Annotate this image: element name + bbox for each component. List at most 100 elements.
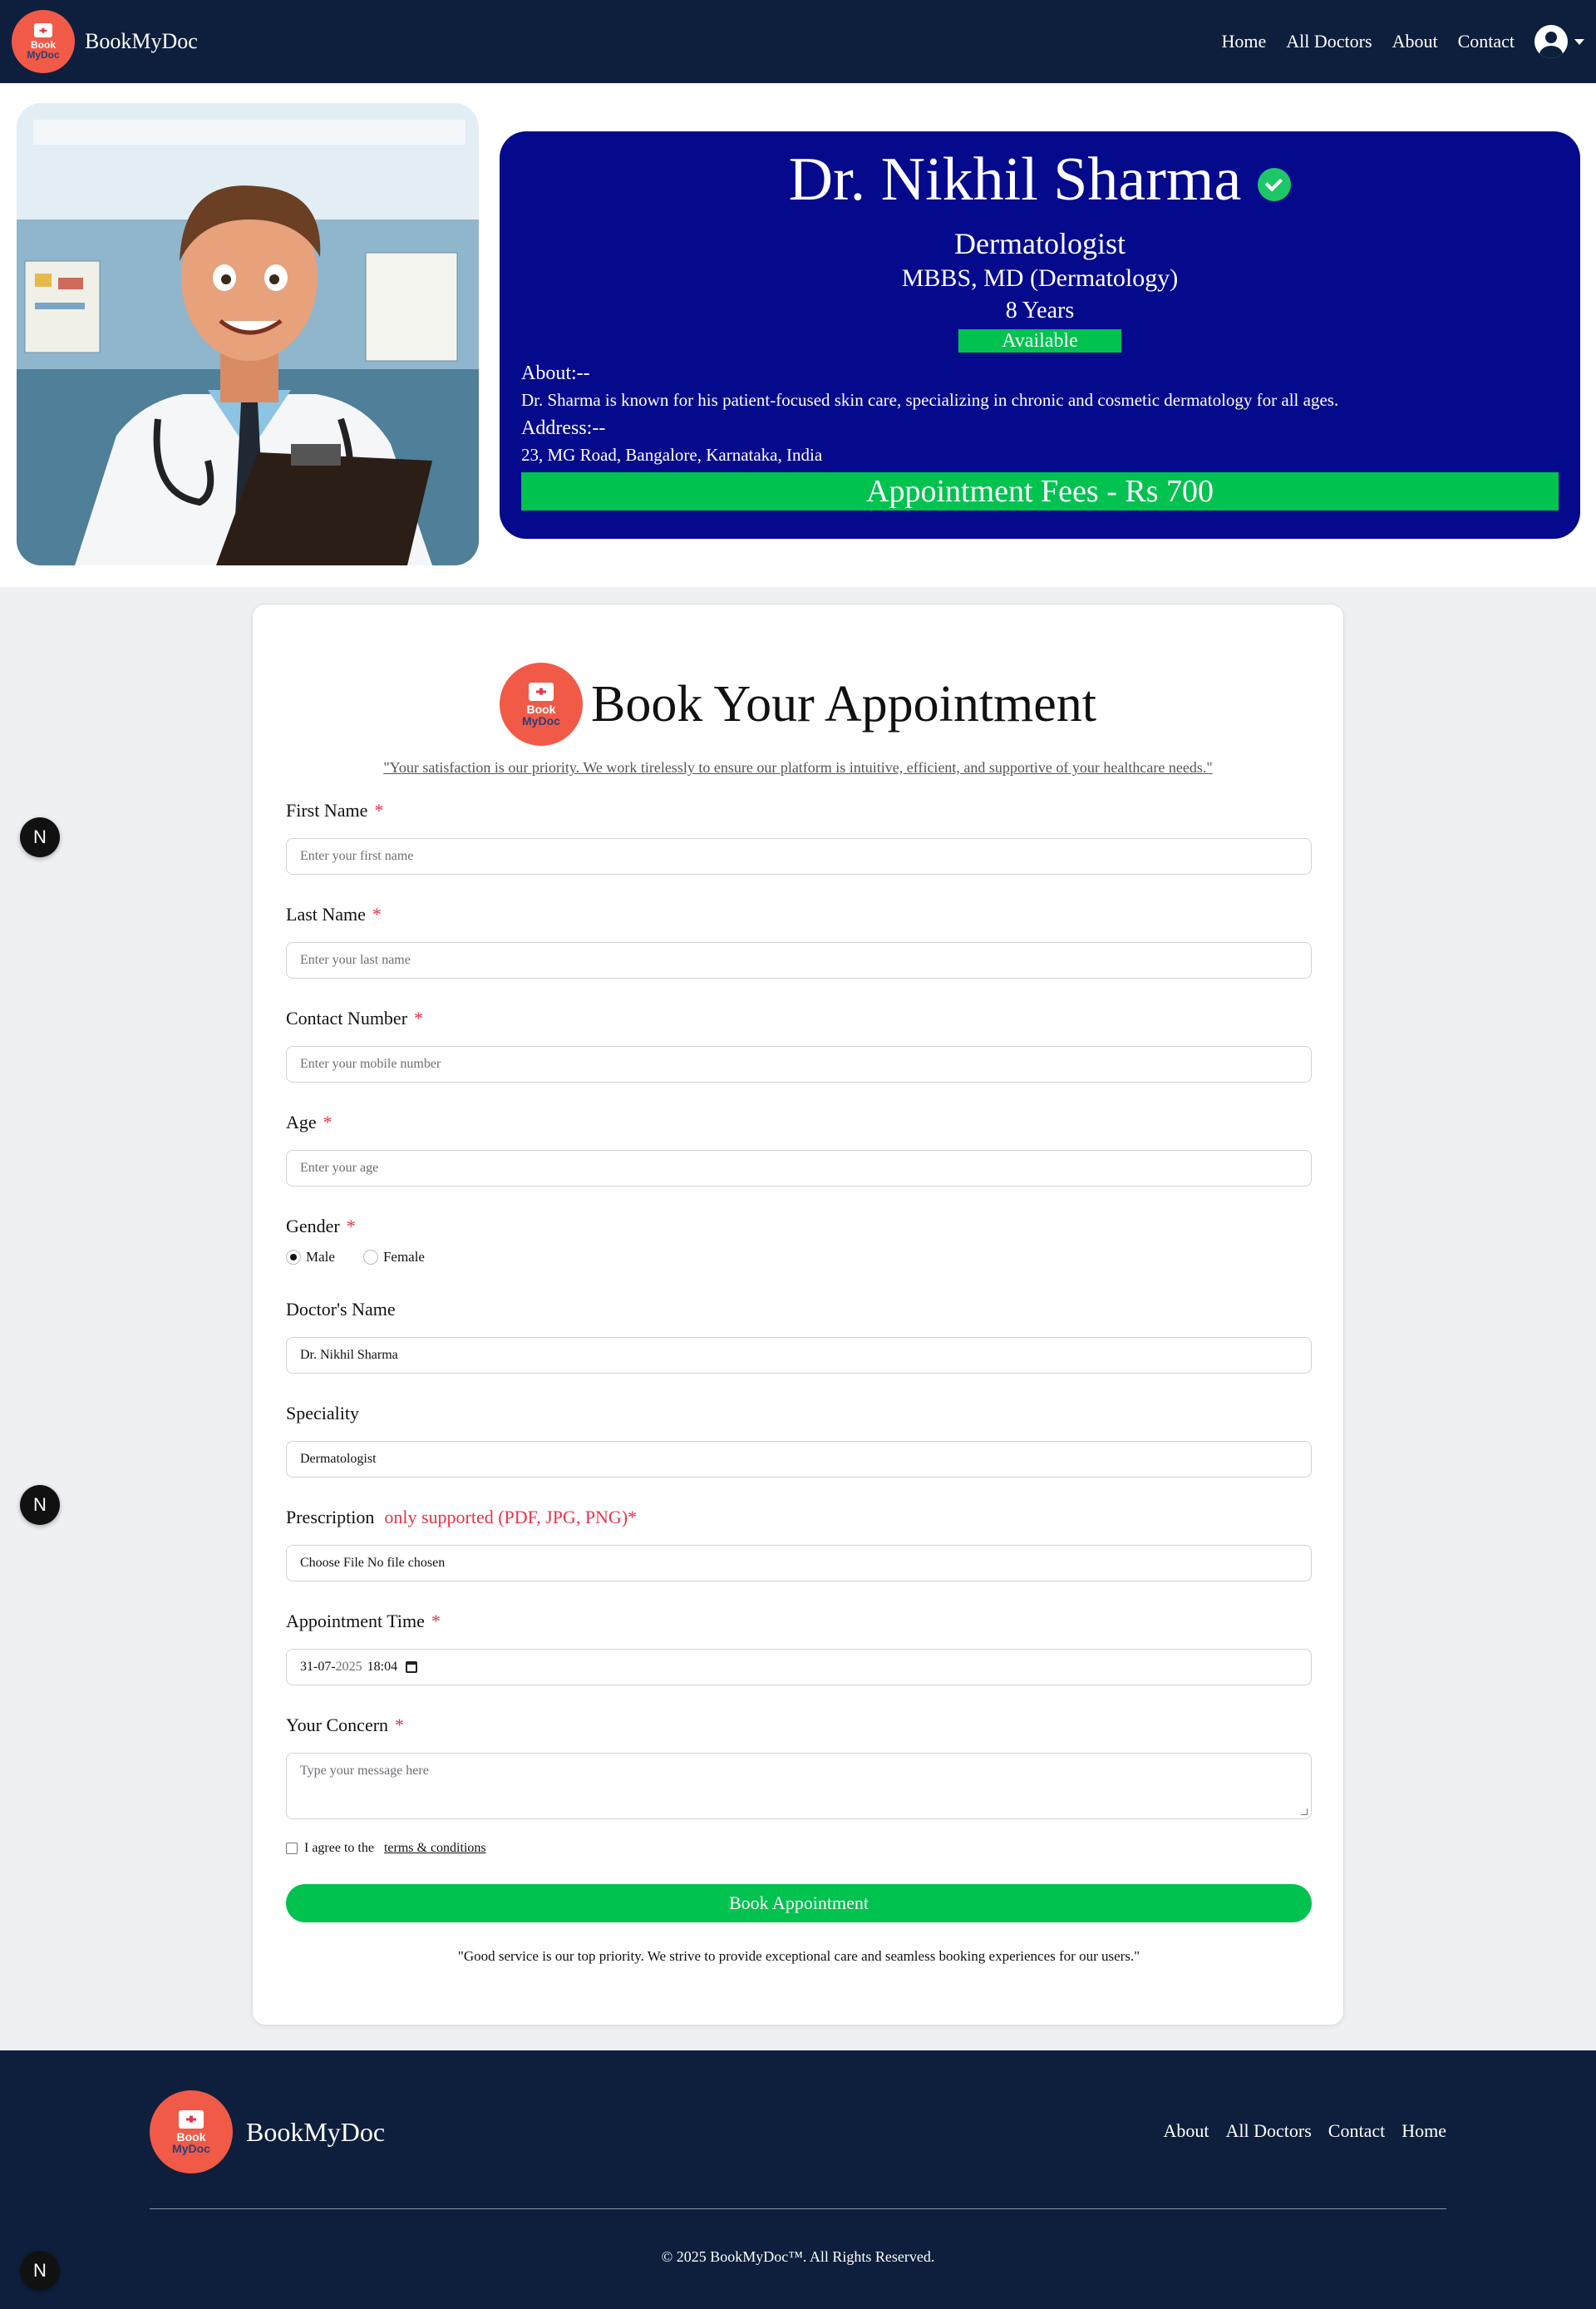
appointment-time-input[interactable]: 31-07- 2025 18:04 [286, 1649, 1312, 1685]
logo-text-line1: Book [176, 2129, 206, 2144]
doctor-name-label: Doctor's Name [286, 1299, 396, 1320]
contact-label: Contact Number [286, 1008, 408, 1029]
about-text: Dr. Sharma is known for his patient-focu… [521, 390, 1339, 410]
copyright: © 2025 BookMyDoc™. All Rights Reserved. [661, 2248, 935, 2265]
form-logo: Book MyDoc [499, 663, 583, 746]
radio-male-label: Male [306, 1249, 335, 1265]
floating-n-badge[interactable]: N [20, 817, 60, 857]
last-name-input[interactable]: Enter your last name [286, 942, 1312, 979]
contact-placeholder: Enter your mobile number [300, 1057, 441, 1071]
speciality-field: Speciality Dermatologist [286, 1403, 1312, 1478]
navbar: Book MyDoc BookMyDoc Home All Doctors Ab… [0, 0, 1596, 83]
about-label: About:-- [521, 363, 590, 384]
radio-male[interactable] [286, 1250, 301, 1265]
footer-logo[interactable]: Book MyDoc [150, 2090, 233, 2173]
brand-logo[interactable]: Book MyDoc [12, 10, 75, 73]
concern-field: Your Concern * Type your message here [286, 1714, 1312, 1819]
book-cross-icon [528, 682, 554, 701]
bottom-quote-field: "Good service is our top priority. We st… [286, 1948, 1312, 1965]
speciality-input[interactable]: Dermatologist [286, 1441, 1312, 1478]
first-name-field: First Name * Enter your first name [286, 800, 1312, 875]
form-header: Book MyDoc Book Your Appointment [286, 663, 1310, 746]
bottom-quote: "Good service is our top priority. We st… [457, 1948, 1140, 1964]
speciality-label: Speciality [286, 1403, 359, 1423]
nav-link-all-doctors[interactable]: All Doctors [1286, 31, 1372, 52]
radio-female[interactable] [362, 1250, 378, 1265]
age-placeholder: Enter your age [300, 1161, 379, 1175]
resize-handle-icon[interactable] [1301, 1808, 1308, 1815]
appointment-fees: Appointment Fees - Rs 700 [521, 472, 1559, 511]
form-title: Book Your Appointment [590, 676, 1097, 733]
brand[interactable]: Book MyDoc BookMyDoc [12, 10, 198, 73]
terms-link[interactable]: terms & conditions [384, 1841, 486, 1856]
gender-option-female[interactable]: Female [362, 1249, 425, 1266]
logo-text-line1: Book [526, 702, 556, 716]
concern-label: Your Concern [286, 1714, 389, 1735]
radio-female-label: Female [382, 1249, 425, 1265]
required-mark: * [431, 1611, 441, 1631]
form-quote: "Your satisfaction is our priority. We w… [383, 759, 1213, 776]
footer-links: About All Doctors Contact Home [1164, 2120, 1446, 2142]
calendar-icon[interactable] [406, 1661, 418, 1673]
footer-link-all-doctors[interactable]: All Doctors [1226, 2120, 1312, 2142]
logo-text-line2: MyDoc [172, 2141, 210, 2155]
required-mark: * [395, 1714, 405, 1735]
logo-text-line2: MyDoc [27, 48, 60, 61]
footer-brand[interactable]: Book MyDoc BookMyDoc [150, 2090, 385, 2173]
age-input[interactable]: Enter your age [286, 1150, 1312, 1187]
submit-field: Book Appointment [286, 1884, 1312, 1922]
footer-brand-name[interactable]: BookMyDoc [246, 2117, 385, 2148]
required-mark: * [414, 1008, 424, 1029]
floating-n-badge[interactable]: N [20, 2251, 60, 2291]
first-name-label: First Name [286, 800, 368, 821]
concern-placeholder: Type your message here [300, 1764, 429, 1778]
terms-checkbox[interactable] [286, 1843, 298, 1854]
brand-name[interactable]: BookMyDoc [85, 29, 198, 54]
last-name-label: Last Name [286, 904, 366, 925]
required-mark: * [346, 1216, 356, 1236]
user-avatar-icon[interactable] [1534, 25, 1568, 58]
footer-link-home[interactable]: Home [1401, 2120, 1446, 2142]
doctor-name-field: Doctor's Name Dr. Nikhil Sharma [286, 1299, 1312, 1374]
floating-n-badge[interactable]: N [20, 1485, 60, 1525]
book-appointment-button[interactable]: Book Appointment [286, 1884, 1312, 1922]
required-mark: * [374, 800, 384, 821]
doctor-name-input[interactable]: Dr. Nikhil Sharma [286, 1337, 1312, 1374]
gender-option-male[interactable]: Male [286, 1249, 335, 1266]
appointment-date: 31-07- [300, 1660, 336, 1674]
footer-divider [150, 2208, 1446, 2209]
terms-prefix: I agree to the [304, 1841, 374, 1855]
prescription-field: Prescription only supported (PDF, JPG, PN… [286, 1507, 1312, 1581]
prescription-label: Prescription [286, 1507, 375, 1527]
speciality-value: Dermatologist [300, 1452, 377, 1466]
concern-textarea[interactable]: Type your message here [286, 1753, 1312, 1819]
chevron-down-icon[interactable] [1574, 38, 1584, 45]
address-text: 23, MG Road, Bangalore, Karnataka, India [521, 445, 823, 465]
doctor-specialty: Dermatologist [954, 227, 1126, 260]
prescription-note: only supported (PDF, JPG, PNG)* [384, 1507, 638, 1527]
contact-input[interactable]: Enter your mobile number [286, 1046, 1312, 1083]
age-label: Age [286, 1112, 317, 1132]
appointment-time-label: Appointment Time [286, 1611, 425, 1631]
footer-link-contact[interactable]: Contact [1328, 2120, 1385, 2142]
nav-link-home[interactable]: Home [1222, 31, 1267, 52]
appointment-form: Book MyDoc Book Your Appointment "Your s… [252, 604, 1344, 2025]
verified-badge-icon [1258, 168, 1292, 201]
first-name-input[interactable]: Enter your first name [286, 838, 1312, 875]
logo-text-line2: MyDoc [522, 713, 560, 728]
footer-link-about[interactable]: About [1164, 2120, 1209, 2142]
doctor-name-row: Dr. Nikhil Sharma [521, 146, 1559, 213]
contact-field: Contact Number * Enter your mobile number [286, 1008, 1312, 1083]
gender-label: Gender [286, 1216, 340, 1236]
required-mark: * [372, 904, 382, 925]
doctor-name-value: Dr. Nikhil Sharma [300, 1348, 398, 1362]
prescription-file-input[interactable]: Choose File No file chosen [286, 1545, 1312, 1581]
required-mark: * [323, 1112, 332, 1132]
nav-links: Home All Doctors About Contact [1222, 25, 1584, 58]
nav-link-contact[interactable]: Contact [1458, 31, 1515, 52]
appointment-time-value: 18:04 [367, 1660, 398, 1674]
nav-link-about[interactable]: About [1392, 31, 1438, 52]
book-cross-icon [179, 2109, 204, 2129]
user-menu[interactable] [1534, 25, 1584, 58]
doctor-degree: MBBS, MD (Dermatology) [901, 264, 1179, 292]
